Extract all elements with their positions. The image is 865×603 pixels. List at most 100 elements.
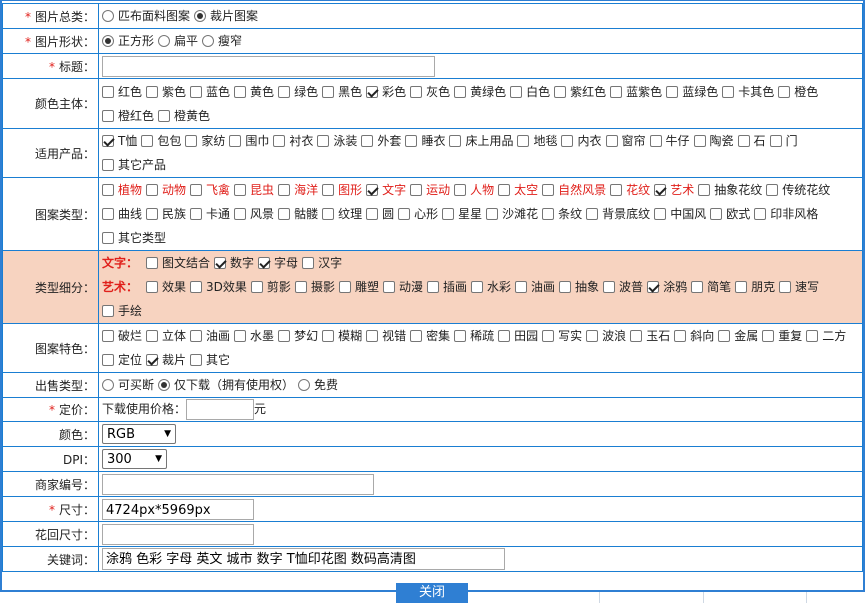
product-checkbox[interactable] — [517, 135, 530, 147]
product-checkbox[interactable] — [273, 135, 286, 147]
pattern-type-option[interactable]: 图形 — [322, 178, 362, 202]
pattern-type-option[interactable]: 艺术 — [654, 178, 694, 202]
pattern-type-option[interactable]: 背景底纹 — [586, 202, 650, 226]
pattern-type-checkbox[interactable] — [322, 184, 335, 196]
price-input[interactable] — [186, 399, 255, 420]
color-theme-option[interactable]: 卡其色 — [722, 80, 774, 104]
feature-option[interactable]: 密集 — [410, 324, 450, 348]
pattern-type-checkbox[interactable] — [654, 184, 667, 196]
feature-option[interactable]: 田园 — [498, 324, 538, 348]
pattern-type-option[interactable]: 飞禽 — [190, 178, 230, 202]
product-checkbox[interactable] — [405, 135, 418, 147]
feature-option[interactable]: 稀疏 — [454, 324, 494, 348]
art-subtype-checkbox[interactable] — [691, 281, 704, 293]
art-subtype-checkbox[interactable] — [338, 281, 351, 293]
pattern-type-checkbox[interactable] — [190, 184, 203, 196]
color-theme-option[interactable]: 紫色 — [146, 80, 186, 104]
product-checkbox[interactable] — [141, 135, 154, 147]
sale-type-radio[interactable] — [158, 379, 171, 391]
art-subtype-option[interactable]: 雕塑 — [338, 275, 379, 299]
repeat-size-input[interactable] — [102, 523, 254, 545]
product-checkbox[interactable] — [449, 135, 462, 147]
color-theme-option[interactable]: 红色 — [102, 80, 142, 104]
feature-checkbox[interactable] — [454, 330, 467, 342]
feature-checkbox[interactable] — [498, 330, 511, 342]
color-theme-checkbox[interactable] — [510, 85, 523, 98]
pattern-type-checkbox[interactable] — [278, 208, 291, 220]
product-checkbox[interactable] — [229, 135, 242, 147]
color-theme-option[interactable]: 蓝色 — [190, 80, 230, 104]
pattern-type-checkbox[interactable] — [398, 208, 411, 220]
close-button[interactable]: 关闭 — [396, 583, 468, 603]
product-checkbox[interactable] — [317, 135, 330, 147]
art-subtype-option[interactable]: 插画 — [426, 275, 467, 299]
color-theme-checkbox[interactable] — [722, 85, 735, 98]
color-theme-option[interactable]: 蓝绿色 — [666, 80, 718, 104]
art-subtype-checkbox[interactable] — [250, 281, 263, 293]
art-subtype-option[interactable]: 朋克 — [735, 275, 775, 299]
color-theme-option[interactable]: 黄绿色 — [454, 80, 506, 104]
art-subtype-checkbox[interactable] — [735, 281, 748, 293]
product-option[interactable]: 家纺 — [185, 129, 225, 153]
product-option[interactable]: 陶瓷 — [693, 129, 734, 153]
color-theme-option[interactable]: 橙色 — [778, 80, 818, 104]
feature-option[interactable]: 波浪 — [586, 324, 626, 348]
product-option[interactable]: 门 — [769, 129, 798, 153]
sale-type-option[interactable]: 免费 — [298, 373, 338, 397]
color-theme-checkbox[interactable] — [102, 85, 114, 98]
art-subtype-option[interactable]: 手绘 — [102, 299, 142, 323]
pattern-type-option[interactable]: 骷髅 — [278, 202, 318, 226]
product-option[interactable]: 围巾 — [229, 129, 269, 153]
pattern-type-checkbox[interactable] — [366, 184, 379, 196]
pattern-type-option[interactable]: 中国风 — [654, 202, 706, 226]
color-theme-checkbox[interactable] — [610, 85, 623, 98]
feature-checkbox[interactable] — [762, 330, 775, 342]
pattern-type-option[interactable]: 太空 — [498, 178, 538, 202]
pattern-type-checkbox[interactable] — [278, 184, 291, 196]
feature-option[interactable]: 立体 — [146, 324, 186, 348]
product-option[interactable]: 窗帘 — [605, 129, 646, 153]
pattern-type-checkbox[interactable] — [754, 208, 767, 220]
feature-checkbox[interactable] — [234, 330, 247, 342]
pattern-type-checkbox[interactable] — [654, 208, 667, 220]
pattern-type-option[interactable]: 昆虫 — [234, 178, 274, 202]
sale-type-option[interactable]: 仅下载（拥有使用权） — [158, 373, 294, 397]
art-subtype-checkbox[interactable] — [146, 281, 159, 293]
pattern-type-checkbox[interactable] — [102, 184, 114, 196]
color-theme-option[interactable]: 橙红色 — [102, 104, 154, 128]
feature-checkbox[interactable] — [366, 330, 379, 342]
color-theme-checkbox[interactable] — [410, 85, 423, 98]
feature-option[interactable]: 金属 — [718, 324, 758, 348]
pattern-type-checkbox[interactable] — [454, 184, 467, 196]
category-radio[interactable] — [102, 10, 114, 22]
pattern-type-option[interactable]: 圆 — [366, 202, 394, 226]
text-subtype-option[interactable]: 数字 — [214, 251, 254, 275]
pattern-type-option[interactable]: 风景 — [234, 202, 274, 226]
product-option[interactable]: 牛仔 — [649, 129, 690, 153]
pattern-type-option[interactable]: 海洋 — [278, 178, 318, 202]
art-subtype-checkbox[interactable] — [426, 281, 439, 293]
pattern-type-option[interactable]: 卡通 — [190, 202, 230, 226]
product-option[interactable]: 外套 — [361, 129, 401, 153]
feature-checkbox[interactable] — [718, 330, 731, 342]
text-subtype-checkbox[interactable] — [302, 257, 315, 269]
art-subtype-checkbox[interactable] — [471, 281, 483, 293]
feature-option[interactable]: 重复 — [762, 324, 802, 348]
pattern-type-option[interactable]: 沙滩花 — [486, 202, 538, 226]
art-subtype-option[interactable]: 波普 — [603, 275, 643, 299]
text-subtype-checkbox[interactable] — [146, 257, 159, 269]
shape-radio[interactable] — [102, 35, 114, 47]
feature-option[interactable]: 破烂 — [102, 324, 142, 348]
art-subtype-option[interactable]: 效果 — [146, 275, 186, 299]
category-option[interactable]: 裁片图案 — [194, 4, 258, 28]
shape-option[interactable]: 扁平 — [158, 29, 198, 53]
pattern-type-option[interactable]: 运动 — [410, 178, 450, 202]
feature-checkbox[interactable] — [278, 330, 291, 342]
feature-checkbox[interactable] — [410, 330, 423, 342]
feature-option[interactable]: 模糊 — [322, 324, 362, 348]
color-theme-checkbox[interactable] — [190, 85, 203, 98]
art-subtype-checkbox[interactable] — [603, 281, 616, 293]
keywords-input[interactable]: 涂鸦 色彩 字母 英文 城市 数字 T恤印花图 数码高清图 — [102, 548, 505, 570]
color-mode-select[interactable]: RGB ▼ — [102, 424, 176, 444]
color-theme-checkbox[interactable] — [366, 85, 379, 98]
